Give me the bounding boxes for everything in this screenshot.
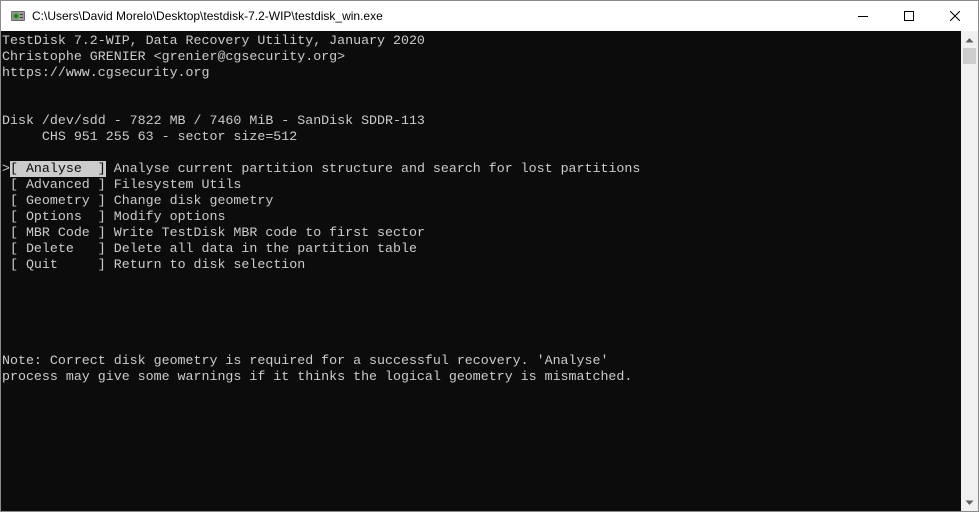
header-url-line: https://www.cgsecurity.org xyxy=(2,65,210,80)
menu-key-options[interactable]: [ Options ] xyxy=(10,209,106,225)
menu-key-geometry[interactable]: [ Geometry ] xyxy=(10,193,106,209)
console-output[interactable]: TestDisk 7.2-WIP, Data Recovery Utility,… xyxy=(1,31,961,511)
selection-cursor: > xyxy=(2,161,10,176)
console-window: C:\Users\David Morelo\Desktop\testdisk-7… xyxy=(0,0,979,512)
minimize-icon xyxy=(858,16,868,17)
arrow-up-icon xyxy=(965,37,974,42)
menu-item-analyse[interactable]: >[ Analyse ] Analyse current partition s… xyxy=(2,161,640,177)
scroll-down-button[interactable] xyxy=(961,494,978,511)
menu-desc-options: Modify options xyxy=(105,209,226,224)
close-icon xyxy=(950,11,960,21)
testdisk-app-icon[interactable] xyxy=(10,8,26,24)
menu-desc-advanced: Filesystem Utils xyxy=(105,177,242,192)
menu-item-geometry[interactable]: [ Geometry ] Change disk geometry xyxy=(2,193,273,209)
maximize-icon xyxy=(904,11,914,21)
window-title: C:\Users\David Morelo\Desktop\testdisk-7… xyxy=(32,9,383,23)
menu-key-quit[interactable]: [ Quit ] xyxy=(10,257,106,273)
menu-key-mbr-code[interactable]: [ MBR Code ] xyxy=(10,225,106,241)
menu-desc-delete: Delete all data in the partition table xyxy=(105,241,417,256)
scroll-up-button[interactable] xyxy=(961,31,978,48)
menu-key-advanced[interactable]: [ Advanced ] xyxy=(10,177,106,193)
menu-item-delete[interactable]: [ Delete ] Delete all data in the partit… xyxy=(2,241,417,257)
close-button[interactable] xyxy=(932,1,978,31)
scroll-thumb[interactable] xyxy=(963,48,976,64)
menu-item-quit[interactable]: [ Quit ] Return to disk selection xyxy=(2,257,305,273)
menu-desc-analyse: Analyse current partition structure and … xyxy=(105,161,641,176)
menu-key-analyse[interactable]: [ Analyse ] xyxy=(9,161,106,177)
title-bar[interactable]: C:\Users\David Morelo\Desktop\testdisk-7… xyxy=(1,1,978,31)
menu-desc-quit: Return to disk selection xyxy=(105,257,306,272)
menu-item-advanced[interactable]: [ Advanced ] Filesystem Utils xyxy=(2,177,241,193)
menu-key-delete[interactable]: [ Delete ] xyxy=(10,241,106,257)
minimize-button[interactable] xyxy=(840,1,886,31)
menu-desc-mbr-code: Write TestDisk MBR code to first sector xyxy=(105,225,425,240)
arrow-down-icon xyxy=(965,500,974,505)
note-line-2: process may give some warnings if it thi… xyxy=(2,369,633,384)
menu-item-mbr-code[interactable]: [ MBR Code ] Write TestDisk MBR code to … xyxy=(2,225,425,241)
vertical-scrollbar[interactable] xyxy=(961,31,978,511)
disk-geometry-line: CHS 951 255 63 - sector size=512 xyxy=(2,129,298,144)
menu-item-options[interactable]: [ Options ] Modify options xyxy=(2,209,225,225)
header-author-line: Christophe GRENIER <grenier@cgsecurity.o… xyxy=(2,49,346,64)
maximize-button[interactable] xyxy=(886,1,932,31)
disk-info-line: Disk /dev/sdd - 7822 MB / 7460 MiB - San… xyxy=(2,113,425,128)
header-title-line: TestDisk 7.2-WIP, Data Recovery Utility,… xyxy=(2,33,425,48)
note-line-1: Note: Correct disk geometry is required … xyxy=(2,353,609,368)
menu-desc-geometry: Change disk geometry xyxy=(105,193,274,208)
